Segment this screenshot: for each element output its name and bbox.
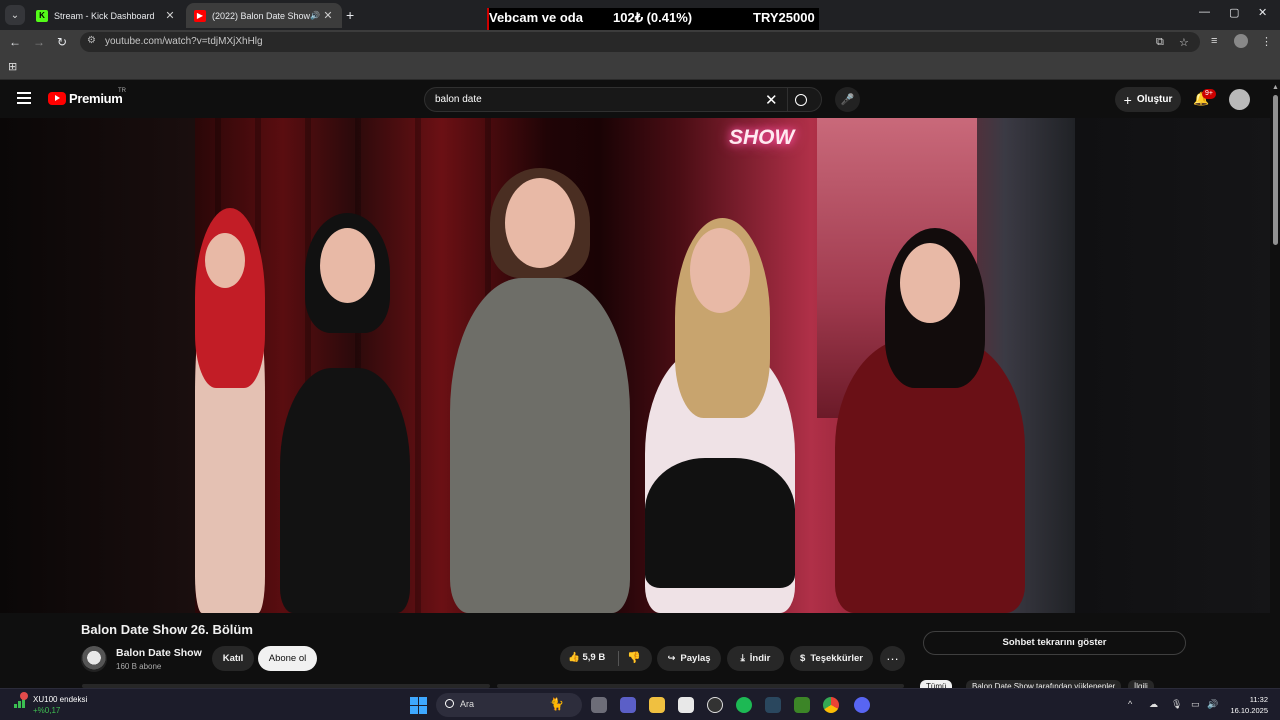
notification-badge: 9+ <box>1202 89 1216 99</box>
share-icon: ↪ <box>667 653 676 664</box>
download-icon: ⤓ <box>740 653 745 664</box>
task-view-icon[interactable] <box>591 697 607 713</box>
tab-kick-dashboard[interactable]: K Stream - Kick Dashboard ✕ <box>28 3 184 28</box>
system-clock[interactable]: 11:32 16.10.2025 <box>1228 694 1268 716</box>
search-icon[interactable] <box>795 94 807 106</box>
minecraft-icon[interactable] <box>794 697 810 713</box>
chip-related[interactable]: İlgili <box>1128 680 1154 688</box>
channel-name[interactable]: Balon Date Show <box>116 647 202 659</box>
browser-nav-bar: ← → ↻ ⚙ youtube.com/watch?v=tdjMXjXhHlg … <box>0 30 1280 54</box>
video-player[interactable]: SHOW <box>0 118 1270 613</box>
taskbar-search[interactable]: Ara 🐈 <box>436 693 582 717</box>
back-icon[interactable]: ← <box>9 35 21 49</box>
ticker-name: Vebcam ve oda <box>489 10 583 25</box>
maximize-icon[interactable]: ▢ <box>1229 6 1239 19</box>
steam-icon[interactable] <box>765 697 781 713</box>
page-scrollbar[interactable]: ▲ <box>1270 81 1280 688</box>
show-hidden-icons[interactable]: ^ <box>1128 699 1132 709</box>
speaker-icon[interactable]: 🔊 <box>310 11 322 20</box>
tab-title: (2022) Balon Date Show 26. Bölüm <box>212 10 310 21</box>
address-bar[interactable]: ⚙ youtube.com/watch?v=tdjMXjXhHlg ⧉ ☆ <box>80 32 1200 52</box>
youtube-icon: ▶ <box>194 9 206 22</box>
neon-sign: SHOW <box>729 126 795 149</box>
windows-taskbar: XU100 endeksi +%0,17 Ara 🐈 ^ ☁ 🎙 ▭ 🔊 11:… <box>0 688 1280 720</box>
region-code: TR <box>118 88 126 94</box>
file-explorer-icon[interactable] <box>649 697 665 713</box>
thanks-icon: $ <box>800 653 806 664</box>
thanks-button[interactable]: $ Teşekkürler <box>790 646 873 671</box>
share-button[interactable]: ↪ Paylaş <box>657 646 721 671</box>
cloud-icon[interactable]: ☁ <box>1149 699 1158 710</box>
chrome-icon[interactable] <box>823 697 839 713</box>
channel-avatar[interactable] <box>81 646 107 672</box>
profile-avatar[interactable] <box>1234 34 1248 48</box>
chip-all[interactable]: Tümü <box>920 680 953 688</box>
tab-search-button[interactable]: ⌄ <box>5 5 25 25</box>
reload-icon[interactable]: ↻ <box>57 35 67 49</box>
new-tab-button[interactable]: + <box>346 7 354 23</box>
close-tab-icon[interactable]: ✕ <box>322 9 334 22</box>
close-tab-icon[interactable]: ✕ <box>164 9 176 22</box>
scroll-up-icon[interactable]: ▲ <box>1272 84 1279 91</box>
premium-label: Premium <box>69 91 123 106</box>
bookmarks-bar: ⊞ <box>0 54 1280 80</box>
url-text[interactable]: youtube.com/watch?v=tdjMXjXhHlg <box>105 36 263 47</box>
media-control-icon[interactable]: ≡ <box>1211 35 1217 47</box>
recommendation-chips: Tümü Balon Date Show tarafından yüklenen… <box>920 680 1190 688</box>
tab-title: Stream - Kick Dashboard <box>54 10 155 21</box>
spotify-icon[interactable] <box>736 697 752 713</box>
close-window-icon[interactable]: ✕ <box>1258 6 1267 19</box>
ticker-change: 102₺ (0.41%) <box>613 10 693 25</box>
chip-uploads[interactable]: Balon Date Show tarafından yüklenenler <box>966 680 1122 688</box>
subscribe-button[interactable]: Abone ol <box>258 646 317 671</box>
search-highlight-icon: 🐈 <box>549 697 564 711</box>
search-box[interactable]: balon date ✕ <box>424 87 822 112</box>
volume-icon[interactable]: 🔊 <box>1207 699 1218 710</box>
clock-app-icon[interactable] <box>707 697 723 713</box>
dislike-icon[interactable]: 👎 <box>627 651 641 664</box>
create-button[interactable]: + Oluştur <box>1115 87 1181 112</box>
clear-search-icon[interactable]: ✕ <box>765 91 778 109</box>
youtube-play-icon <box>48 92 66 105</box>
discord-icon[interactable] <box>854 697 870 713</box>
ticker-price: TRY25000 <box>753 10 815 25</box>
video-frame[interactable]: SHOW <box>195 118 1075 613</box>
teams-icon[interactable] <box>620 697 636 713</box>
site-info-icon[interactable]: ⚙ <box>87 35 96 46</box>
chat-replay-button[interactable]: Sohbet tekrarını göster <box>923 631 1186 655</box>
kick-icon: K <box>36 9 48 22</box>
plus-icon: + <box>1123 91 1132 108</box>
widget-alert-icon <box>20 692 28 700</box>
video-title: Balon Date Show 26. Bölüm <box>81 622 253 637</box>
more-actions-icon[interactable]: … <box>880 646 905 671</box>
apps-grid-icon[interactable]: ⊞ <box>8 60 17 73</box>
windows-start-icon[interactable] <box>410 697 427 714</box>
youtube-logo[interactable]: Premium TR <box>48 88 126 106</box>
join-button[interactable]: Katıl <box>212 646 254 671</box>
youtube-header: Premium TR balon date ✕ 🎤 + Oluştur 🔔 9+ <box>0 81 1280 118</box>
tab-youtube-video[interactable]: ▶ (2022) Balon Date Show 26. Bölüm 🔊 ✕ <box>186 3 342 28</box>
microphone-tray-icon[interactable]: 🎙 <box>1171 699 1182 710</box>
scrollbar-thumb[interactable] <box>1273 95 1278 245</box>
user-avatar[interactable] <box>1229 89 1250 110</box>
like-dislike-group: 👍 5,9 B 👎 <box>560 646 652 671</box>
browser-menu-icon[interactable]: ⋮ <box>1261 35 1272 48</box>
search-input[interactable]: balon date <box>435 94 482 105</box>
cast-icon[interactable]: ⧉ <box>1156 36 1164 49</box>
download-button[interactable]: ⤓ İndir <box>727 646 784 671</box>
bookmark-star-icon[interactable]: ☆ <box>1179 36 1189 49</box>
search-icon <box>445 699 454 708</box>
like-button[interactable]: 👍 5,9 B <box>568 652 605 663</box>
microphone-icon[interactable]: 🎤 <box>835 87 860 112</box>
subscriber-count: 160 B abone <box>116 662 162 671</box>
network-icon[interactable]: ▭ <box>1191 699 1200 710</box>
hamburger-menu-icon[interactable] <box>17 92 31 107</box>
like-count: 5,9 B <box>582 652 606 663</box>
store-icon[interactable] <box>678 697 694 713</box>
forward-icon[interactable]: → <box>33 35 45 49</box>
minimize-icon[interactable]: — <box>1199 6 1210 18</box>
